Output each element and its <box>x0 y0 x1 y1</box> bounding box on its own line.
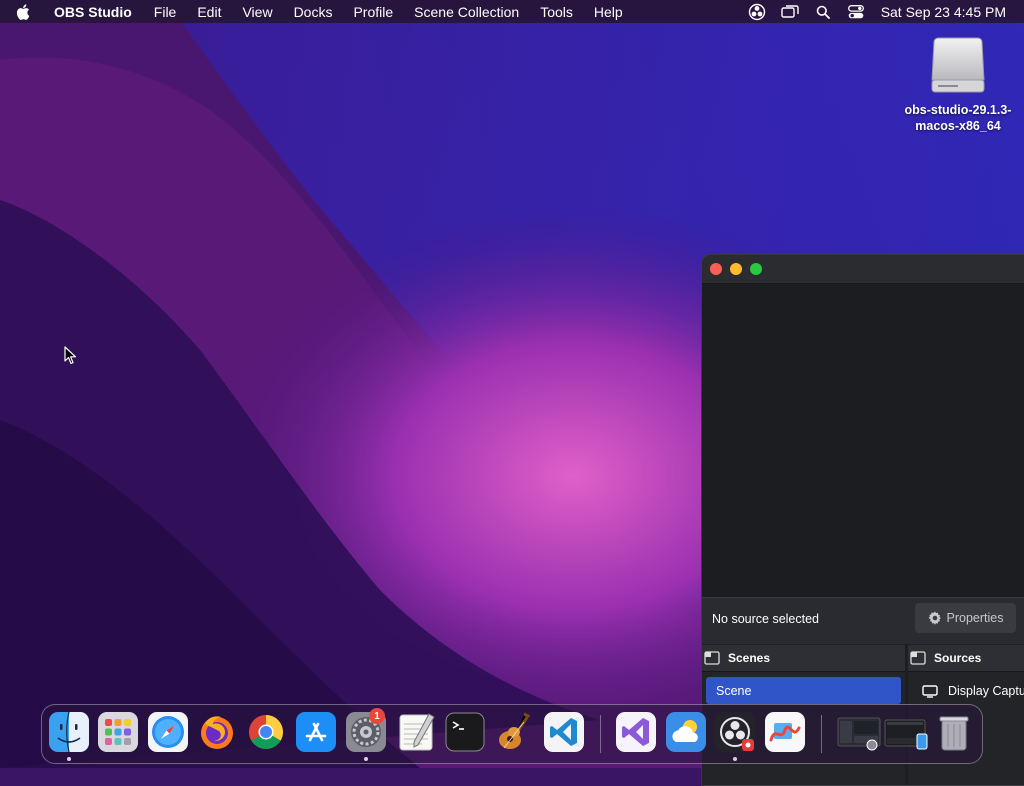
desktop-disk-image[interactable]: obs-studio-29.1.3- macos-x86_64 <box>896 34 1020 134</box>
menu-help[interactable]: Help <box>594 4 623 20</box>
control-center-icon[interactable] <box>845 0 867 23</box>
running-indicator <box>67 757 71 761</box>
drive-label-line-2: macos-x86_64 <box>915 119 1001 133</box>
menu-tools[interactable]: Tools <box>540 4 573 20</box>
menu-bar: OBS Studio File Edit View Docks Profile … <box>0 0 1024 23</box>
dock-safari-icon[interactable] <box>148 712 188 752</box>
dock-panel-icon <box>910 651 926 665</box>
mouse-pointer-icon <box>64 346 77 365</box>
dock-finder-icon[interactable] <box>49 712 89 752</box>
scenes-title: Scenes <box>728 651 771 665</box>
menu-clock[interactable]: Sat Sep 23 4:45 PM <box>881 4 1006 20</box>
menu-edit[interactable]: Edit <box>197 4 221 20</box>
monitor-icon <box>922 684 938 698</box>
menu-view[interactable]: View <box>242 4 272 20</box>
dock-weather-icon[interactable] <box>666 712 706 752</box>
dock-recent-window-thumbnail[interactable] <box>837 712 881 752</box>
dock-obs-studio-icon[interactable] <box>715 712 755 752</box>
running-indicator <box>364 757 368 761</box>
notification-badge: 1 <box>369 708 385 724</box>
dock-panel-icon <box>704 651 720 665</box>
apple-logo-icon[interactable] <box>16 0 38 23</box>
drive-label-line-1: obs-studio-29.1.3- <box>904 103 1012 117</box>
close-window-button[interactable] <box>710 263 722 275</box>
menu-scene-collection[interactable]: Scene Collection <box>414 4 519 20</box>
no-source-label: No source selected <box>712 612 820 626</box>
dock-trash-icon[interactable] <box>934 712 974 752</box>
dock-recent-window-thumbnail[interactable] <box>884 712 928 752</box>
dock-launchpad-icon[interactable] <box>98 712 138 752</box>
dock-separator <box>600 715 601 753</box>
source-list-item[interactable]: Display Captu <box>908 678 1024 704</box>
menu-app-name[interactable]: OBS Studio <box>54 4 132 20</box>
dock-chrome-icon[interactable] <box>246 712 286 752</box>
dock <box>41 704 983 764</box>
menu-file[interactable]: File <box>154 4 177 20</box>
scene-list-item[interactable]: Scene <box>706 677 901 704</box>
dock-freeform-icon[interactable] <box>765 712 805 752</box>
drive-label: obs-studio-29.1.3- macos-x86_64 <box>896 102 1020 134</box>
properties-button[interactable]: Properties <box>915 603 1016 633</box>
menu-docks[interactable]: Docks <box>294 4 333 20</box>
zoom-window-button[interactable] <box>750 263 762 275</box>
dock-textedit-icon[interactable] <box>396 712 436 752</box>
dock-app-store-icon[interactable] <box>296 712 336 752</box>
preview-canvas[interactable] <box>702 284 1024 597</box>
obs-status-icon[interactable] <box>746 0 768 23</box>
dock-visual-studio-icon[interactable] <box>616 712 656 752</box>
external-drive-icon <box>928 34 988 96</box>
sources-dock-header[interactable]: Sources <box>908 645 1024 672</box>
dock-firefox-icon[interactable] <box>197 712 237 752</box>
dock-terminal-icon[interactable] <box>445 712 485 752</box>
window-titlebar[interactable] <box>702 255 1024 284</box>
dock-separator <box>821 715 822 753</box>
screen-mirroring-icon[interactable] <box>779 0 801 23</box>
menu-profile[interactable]: Profile <box>353 4 393 20</box>
running-indicator <box>733 757 737 761</box>
source-toolbar: No source selected Properties <box>702 597 1024 644</box>
status-area: Sat Sep 23 4:45 PM <box>735 0 1006 23</box>
properties-label: Properties <box>946 611 1004 625</box>
source-item-label: Display Captu <box>948 684 1024 698</box>
minimize-window-button[interactable] <box>730 263 742 275</box>
dock-garageband-icon[interactable] <box>494 712 534 752</box>
gear-icon <box>928 611 941 625</box>
scenes-dock-header[interactable]: Scenes <box>702 645 905 672</box>
dock-vscode-icon[interactable] <box>544 712 584 752</box>
sources-title: Sources <box>934 651 982 665</box>
spotlight-search-icon[interactable] <box>812 0 834 23</box>
